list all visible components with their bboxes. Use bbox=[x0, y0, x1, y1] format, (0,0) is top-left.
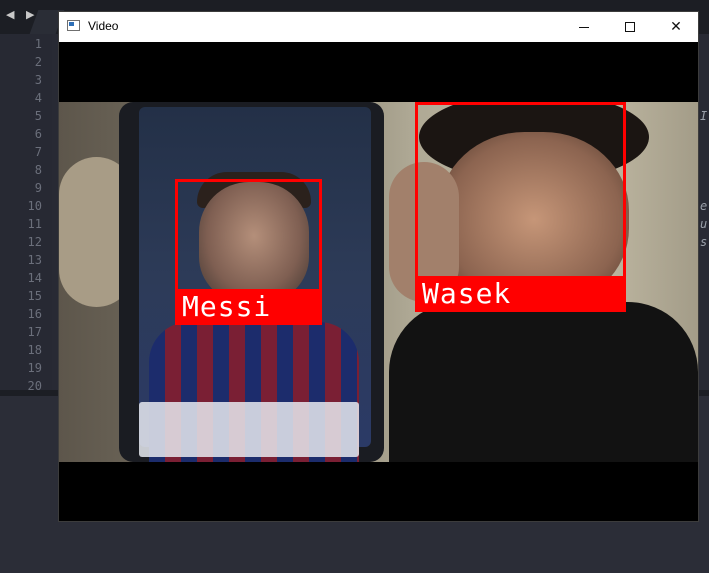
line-gutter: 1 2 3 4 5 6 7 8 9 10 11 12 13 14 15 16 17 18 19 20 bbox=[0, 34, 52, 393]
shirt-image bbox=[389, 302, 698, 462]
line-number: 15 bbox=[27, 289, 42, 303]
face-detection-box-wasek: Wasek bbox=[415, 102, 626, 312]
window-title: Video bbox=[88, 19, 119, 33]
line-number: 12 bbox=[27, 235, 42, 249]
line-number: 14 bbox=[27, 271, 42, 285]
line-number: 4 bbox=[34, 91, 42, 105]
close-button[interactable]: ✕ bbox=[653, 12, 699, 42]
code-fragment: u bbox=[700, 217, 708, 231]
video-frame: Messi Wasek bbox=[59, 102, 698, 462]
face-detection-box-messi: Messi bbox=[175, 179, 322, 325]
close-icon: ✕ bbox=[670, 19, 682, 35]
line-number: 2 bbox=[34, 55, 42, 69]
line-number: 19 bbox=[27, 361, 42, 375]
code-fragment: I bbox=[700, 109, 708, 123]
line-number: 5 bbox=[34, 109, 42, 123]
app-icon bbox=[67, 20, 80, 31]
line-number: 13 bbox=[27, 253, 42, 267]
line-number: 8 bbox=[34, 163, 42, 177]
code-fragment: e bbox=[700, 199, 708, 213]
line-number: 1 bbox=[34, 37, 42, 51]
maximize-icon bbox=[625, 22, 635, 32]
video-window: Video ✕ Messi Wasek bbox=[58, 11, 699, 522]
line-number: 18 bbox=[27, 343, 42, 357]
line-number: 10 bbox=[27, 199, 42, 213]
face-label-wasek: Wasek bbox=[415, 276, 626, 312]
window-titlebar[interactable]: Video ✕ bbox=[59, 12, 698, 42]
code-fragment: s bbox=[700, 235, 708, 249]
minimize-icon bbox=[579, 26, 589, 28]
line-number: 9 bbox=[34, 181, 42, 195]
line-number: 16 bbox=[27, 307, 42, 321]
face-label-messi: Messi bbox=[175, 289, 322, 325]
maximize-button[interactable] bbox=[607, 12, 653, 42]
line-number: 3 bbox=[34, 73, 42, 87]
line-number: 17 bbox=[27, 325, 42, 339]
line-number: 11 bbox=[27, 217, 42, 231]
nav-arrows[interactable]: ◀ ▶ bbox=[6, 8, 38, 21]
minimize-button[interactable] bbox=[561, 12, 607, 42]
line-number: 7 bbox=[34, 145, 42, 159]
line-number: 6 bbox=[34, 127, 42, 141]
phone-search-card bbox=[139, 402, 359, 457]
